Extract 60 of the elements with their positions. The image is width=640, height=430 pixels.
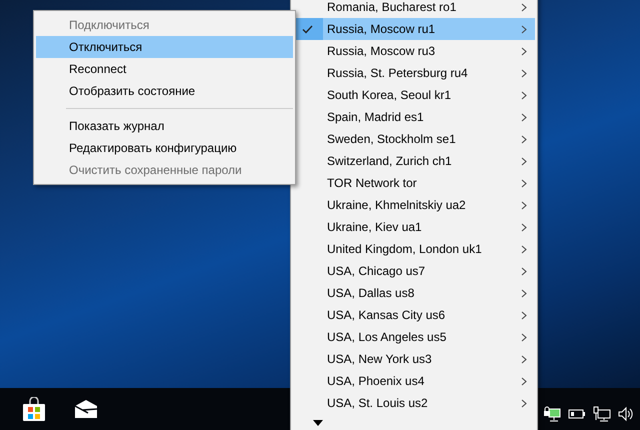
server-menu-item[interactable]: USA, New York us3 — [291, 348, 535, 370]
chevron-right-icon — [521, 200, 527, 210]
menu-item[interactable]: Редактировать конфигурацию — [36, 137, 293, 159]
menu-item[interactable]: Отключиться — [36, 36, 293, 58]
server-label: Ukraine, Kiev ua1 — [326, 220, 423, 234]
server-label: USA, Chicago us7 — [326, 264, 426, 278]
chevron-right-icon — [521, 68, 527, 78]
server-menu-item[interactable]: USA, Phoenix us4 — [291, 370, 535, 392]
chevron-right-icon — [521, 266, 527, 276]
server-menu-item[interactable]: USA, St. Louis us2 — [291, 392, 535, 414]
chevron-right-icon — [521, 112, 527, 122]
menu-item[interactable]: Reconnect — [36, 58, 293, 80]
server-label: USA, Los Angeles us5 — [326, 330, 448, 344]
server-label: TOR Network tor — [326, 176, 418, 190]
server-label: Russia, Moscow ru3 — [326, 44, 436, 58]
server-label: Romania, Bucharest ro1 — [326, 0, 458, 14]
locked-network-icon[interactable] — [543, 406, 561, 422]
server-menu-item[interactable]: USA, Los Angeles us5 — [291, 326, 535, 348]
battery-icon[interactable] — [568, 408, 586, 420]
server-label: Switzerland, Zurich ch1 — [326, 154, 453, 168]
network-icon[interactable] — [593, 406, 611, 422]
server-label: USA, Kansas City us6 — [326, 308, 446, 322]
server-label: South Korea, Seoul kr1 — [326, 88, 452, 102]
chevron-right-icon — [521, 222, 527, 232]
server-menu-item[interactable]: USA, Dallas us8 — [291, 282, 535, 304]
server-menu-item[interactable]: Ukraine, Kiev ua1 — [291, 216, 535, 238]
server-label: Russia, St. Petersburg ru4 — [326, 66, 469, 80]
server-label: Ukraine, Khmelnitskiy ua2 — [326, 198, 467, 212]
chevron-right-icon — [521, 244, 527, 254]
chevron-right-icon — [521, 288, 527, 298]
volume-icon[interactable] — [618, 406, 634, 422]
server-menu-item[interactable]: Romania, Bucharest ro1 — [291, 0, 535, 18]
scroll-down-icon[interactable] — [313, 420, 323, 426]
chevron-right-icon — [521, 178, 527, 188]
server-label: Russia, Moscow ru1 — [326, 22, 436, 36]
server-menu-item[interactable]: USA, Kansas City us6 — [291, 304, 535, 326]
server-menu-item[interactable]: United Kingdom, London uk1 — [291, 238, 535, 260]
chevron-right-icon — [521, 354, 527, 364]
chevron-right-icon — [521, 2, 527, 12]
chevron-right-icon — [521, 46, 527, 56]
server-label: Sweden, Stockholm se1 — [326, 132, 457, 146]
server-menu-item[interactable]: USA, Chicago us7 — [291, 260, 535, 282]
chevron-right-icon — [521, 156, 527, 166]
server-label: USA, Dallas us8 — [326, 286, 416, 300]
menu-item[interactable]: Показать журнал — [36, 115, 293, 137]
store-icon[interactable] — [20, 395, 48, 423]
server-menu-item[interactable]: Ukraine, Khmelnitskiy ua2 — [291, 194, 535, 216]
server-label: USA, New York us3 — [326, 352, 433, 366]
menu-item[interactable]: Отобразить состояние — [36, 80, 293, 102]
chevron-right-icon — [521, 310, 527, 320]
chevron-right-icon — [521, 332, 527, 342]
chevron-right-icon — [521, 398, 527, 408]
server-label: USA, Phoenix us4 — [326, 374, 426, 388]
chevron-right-icon — [521, 24, 527, 34]
chevron-right-icon — [521, 90, 527, 100]
server-label: USA, St. Louis us2 — [326, 396, 429, 410]
server-label: United Kingdom, London uk1 — [326, 242, 483, 256]
chevron-right-icon — [521, 376, 527, 386]
server-label: Spain, Madrid es1 — [326, 110, 425, 124]
chevron-right-icon — [521, 134, 527, 144]
